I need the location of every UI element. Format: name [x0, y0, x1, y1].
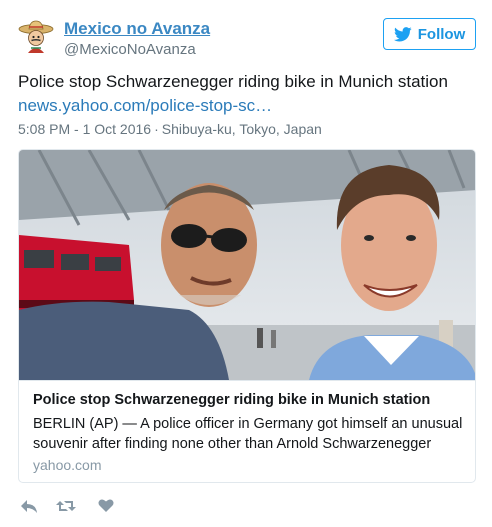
follow-button-label: Follow [417, 25, 466, 43]
embedded-tweet: Mexico no Avanza @MexicoNoAvanza Follow … [0, 0, 492, 527]
like-button[interactable] [98, 498, 114, 518]
reply-button[interactable] [20, 498, 38, 519]
twitter-bird-icon [393, 26, 412, 41]
card-title[interactable]: Police stop Schwarzenegger riding bike i… [33, 392, 430, 408]
follow-button[interactable]: Follow [383, 18, 476, 50]
user-avatar[interactable] [18, 18, 54, 54]
card-domain[interactable]: yahoo.com [33, 457, 101, 473]
selfie-photo-image [19, 150, 475, 380]
tweet-location[interactable]: Shibuya-ku, Tokyo, Japan [162, 121, 322, 137]
card-description: BERLIN (AP) — A police officer in German… [33, 416, 463, 452]
user-handle[interactable]: @MexicoNoAvanza [64, 41, 196, 58]
link-card[interactable]: Police stop Schwarzenegger riding bike i… [18, 149, 476, 483]
tweet-link[interactable]: news.yahoo.com/police-stop-sc… [18, 96, 272, 116]
heart-icon [98, 499, 114, 512]
meta-separator: · [154, 121, 159, 137]
user-display-name[interactable]: Mexico no Avanza [64, 19, 210, 39]
tweet-text: Police stop Schwarzenegger riding bike i… [18, 72, 448, 91]
retweet-button[interactable] [56, 498, 76, 519]
tweet-meta: 5:08 PM - 1 Oct 2016 · Shibuya-ku, Tokyo, … [18, 121, 322, 137]
card-image[interactable] [19, 150, 475, 380]
card-body[interactable]: Police stop Schwarzenegger riding bike i… [19, 380, 475, 482]
tweet-timestamp[interactable]: 5:08 PM - 1 Oct 2016 [18, 121, 151, 137]
reply-icon [21, 500, 37, 513]
retweet-icon [56, 501, 76, 511]
sombrero-cartoon-avatar-icon [18, 18, 54, 54]
